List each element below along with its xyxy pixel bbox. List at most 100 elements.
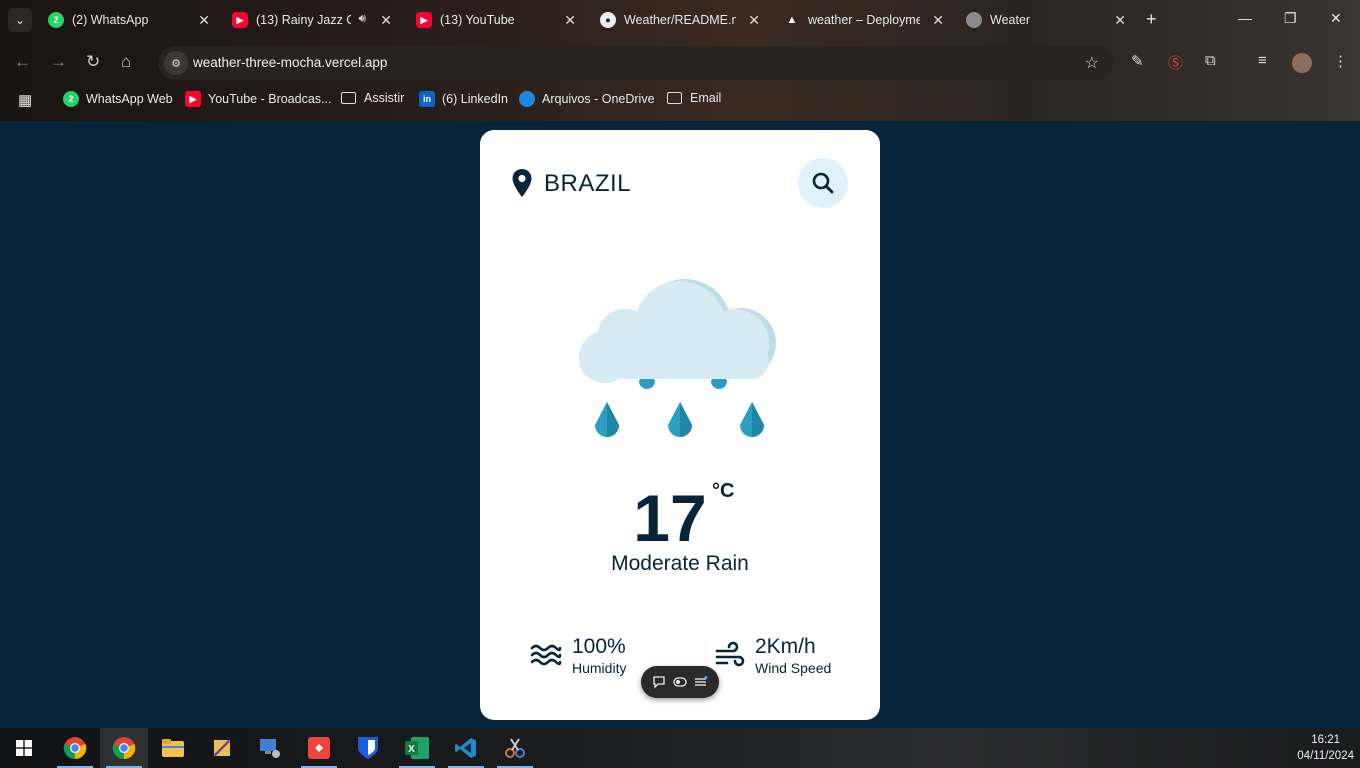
search-icon (812, 172, 834, 194)
taskbar-app-scissors[interactable] (491, 728, 539, 768)
vscode-icon (455, 738, 476, 758)
taskbar-excel[interactable]: X (393, 728, 441, 768)
taskbar-anydesk[interactable] (295, 728, 343, 768)
media-control-icon[interactable]: ≡ (1258, 52, 1267, 69)
tab-search-button[interactable]: ⌄ (8, 8, 32, 32)
taskbar-remote-desktop[interactable] (246, 728, 294, 768)
clock-date: 04/11/2024 (1297, 750, 1354, 762)
tab-github-readme[interactable]: ● Weather/README.m ✕ (600, 6, 760, 34)
close-tab-icon[interactable]: ✕ (198, 12, 210, 29)
bookmark-label: WhatsApp Web (86, 92, 173, 106)
scissors-icon (505, 738, 525, 758)
new-tab-button[interactable]: + (1146, 9, 1157, 30)
clock-time: 16:21 (1311, 734, 1341, 746)
humidity-label: Humidity (572, 660, 627, 676)
tab-youtube[interactable]: ▶ (13) YouTube ✕ (416, 6, 576, 34)
location-name: BRAZIL (544, 170, 632, 197)
bookmark-whatsapp[interactable]: 2 WhatsApp Web (63, 91, 173, 107)
temperature-block: 17 °C (480, 480, 880, 556)
linkedin-icon: in (419, 91, 435, 107)
start-button[interactable] (0, 728, 48, 768)
bookmark-label: (6) LinkedIn (442, 92, 509, 106)
forward-button[interactable]: → (50, 52, 67, 72)
reload-button[interactable]: ↻ (86, 52, 100, 72)
tab-title: Weater (990, 13, 1031, 27)
bookmark-folder-assistir[interactable]: Assistir (341, 91, 404, 105)
bookmark-folder-email[interactable]: Email (667, 91, 721, 105)
home-button[interactable]: ⌂ (121, 52, 131, 72)
taskbar-bitwarden[interactable] (344, 728, 392, 768)
bookmark-label: Assistir (364, 91, 405, 105)
close-tab-icon[interactable]: ✕ (932, 12, 944, 29)
anydesk-icon (308, 737, 330, 759)
bookmarks-bar: ▦ 2 WhatsApp Web ▶ YouTube - Broadcas...… (0, 88, 1360, 112)
close-tab-icon[interactable]: ✕ (380, 12, 392, 29)
humidity-metric: 100% Humidity (530, 635, 626, 676)
taskbar-file-explorer[interactable] (149, 728, 197, 768)
bookmark-youtube[interactable]: ▶ YouTube - Broadcas... (185, 91, 331, 107)
folder-icon (341, 92, 356, 104)
pen-extension-icon[interactable]: ✎ (1131, 52, 1144, 70)
minimize-button[interactable]: — (1238, 10, 1252, 26)
close-tab-icon[interactable]: ✕ (748, 12, 760, 29)
list-icon[interactable] (694, 675, 708, 689)
youtube-icon: ▶ (185, 91, 201, 107)
wind-icon (715, 641, 745, 666)
chrome-icon (112, 737, 136, 760)
search-button[interactable] (798, 158, 848, 208)
temperature-value: 17 (633, 481, 707, 555)
taskbar-vscode[interactable] (442, 728, 490, 768)
s-extension-icon[interactable]: Ⓢ (1168, 52, 1183, 73)
weather-description: Moderate Rain (611, 552, 749, 575)
svg-text:X: X (408, 744, 415, 755)
address-bar[interactable]: ⚙ weather-three-mocha.vercel.app ☆ (158, 46, 1113, 80)
close-tab-icon[interactable]: ✕ (1114, 12, 1126, 29)
tab-vercel-deployment[interactable]: ▲ weather – Deployme ✕ (784, 6, 944, 34)
location-pin-icon (512, 169, 532, 197)
taskbar-snipping[interactable] (198, 728, 246, 768)
profile-avatar[interactable] (1292, 53, 1312, 73)
taskbar-chrome[interactable] (51, 728, 99, 768)
restore-button[interactable]: ❐ (1284, 10, 1297, 27)
bookmark-onedrive[interactable]: Arquivos - OneDrive (519, 91, 655, 107)
bookmark-label: YouTube - Broadcas... (208, 92, 332, 106)
apps-grid-icon[interactable]: ▦ (18, 91, 32, 109)
extensions-puzzle-icon[interactable]: ⧉ (1205, 52, 1216, 69)
tab-title: Weather/README.m (624, 13, 736, 27)
wind-metric: 2Km/h Wind Speed (715, 635, 831, 676)
menu-kebab-icon[interactable]: ⋮ (1333, 52, 1348, 70)
wind-label: Wind Speed (755, 660, 832, 676)
tab-weater[interactable]: Weater ✕ (966, 6, 1126, 34)
site-info-icon[interactable]: ⚙ (164, 51, 188, 75)
browser-toolbar: ← → ↻ ⌂ ⚙ weather-three-mocha.vercel.app… (0, 44, 1360, 82)
speaker-icon[interactable]: 🔊︎ (358, 11, 366, 26)
youtube-icon: ▶ (416, 12, 432, 28)
system-clock[interactable]: 16:21 04/11/2024 (1297, 732, 1354, 764)
globe-icon (966, 12, 982, 28)
floating-tool-bar (641, 666, 719, 698)
rain-cloud-icon (579, 279, 776, 437)
back-button[interactable]: ← (14, 52, 31, 72)
folder-icon (667, 92, 682, 104)
close-tab-icon[interactable]: ✕ (564, 12, 576, 29)
vercel-icon: ▲ (786, 14, 798, 26)
comment-icon[interactable] (652, 675, 666, 689)
toggle-icon[interactable] (673, 675, 687, 689)
whatsapp-icon: 2 (63, 91, 79, 107)
wind-value: 2Km/h (755, 635, 816, 658)
bookmark-label: Arquivos - OneDrive (542, 92, 655, 106)
taskbar-chrome-profile[interactable] (100, 728, 148, 768)
close-window-button[interactable]: ✕ (1330, 10, 1342, 27)
tab-bar: ⌄ 2 (2) WhatsApp ✕ ▶ (13) Rainy Jazz Ca … (0, 0, 1360, 40)
monitor-icon (260, 739, 280, 758)
bookmark-star-icon[interactable]: ☆ (1085, 53, 1099, 73)
url-text[interactable]: weather-three-mocha.vercel.app (193, 55, 387, 70)
humidity-waves-icon (530, 644, 562, 665)
bookmark-linkedin[interactable]: in (6) LinkedIn (419, 91, 508, 107)
tab-title: (2) WhatsApp (72, 13, 149, 27)
github-icon: ● (600, 12, 616, 28)
windows-icon (16, 740, 32, 756)
shield-icon (358, 737, 378, 759)
tab-rainy-jazz[interactable]: ▶ (13) Rainy Jazz Ca 🔊︎ ✕ (232, 6, 392, 34)
tab-whatsapp[interactable]: 2 (2) WhatsApp ✕ (48, 6, 210, 34)
